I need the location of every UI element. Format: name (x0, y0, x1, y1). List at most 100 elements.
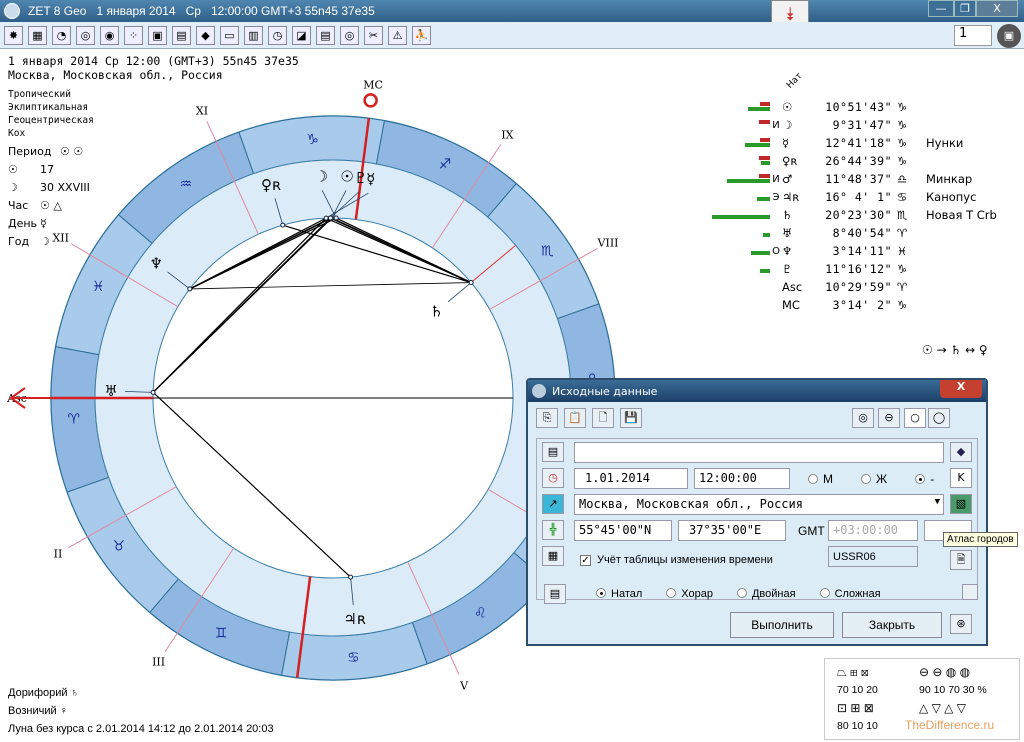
planet-row[interactable]: Э ♃ʀ 16° 4' 1" ♋ Канопус (710, 188, 997, 206)
gender-radio[interactable]: - (915, 472, 934, 486)
positive-strength-bar (711, 215, 770, 219)
ring-icon[interactable]: ◎ (852, 408, 874, 428)
gender-radio[interactable]: М (808, 472, 833, 486)
cross-values: 80 10 10 (837, 720, 878, 732)
city-atlas-icon[interactable]: ▧ (950, 494, 972, 514)
zodiac-sign-glyph: ♐ (439, 156, 452, 172)
bookmark-icon[interactable]: ◆ (950, 442, 972, 462)
fixed-star: Канопус (926, 190, 977, 204)
page-spinner[interactable]: 1 (954, 25, 992, 46)
toolbar-tool-icon[interactable]: ▦ (28, 25, 47, 45)
chart-type-radio[interactable]: Хорар (666, 588, 713, 600)
planet-position: 10°51'43" (825, 100, 892, 114)
planet-sign: ♑ (896, 298, 908, 312)
toolbar-tool-icon[interactable]: ⁘ (124, 25, 143, 45)
planet-row[interactable]: Asc 10°29'59" ♈ (710, 278, 997, 296)
toolbar-tool-icon[interactable]: ▤ (316, 25, 335, 45)
planet-sign: ♓ (896, 244, 908, 258)
chart-type-radio[interactable]: Двойная (736, 588, 796, 600)
radio-icon[interactable] (736, 588, 747, 598)
paste-icon[interactable]: 📋 (564, 408, 586, 428)
new-file-icon[interactable]: 🗋 (592, 408, 614, 428)
planet-row[interactable]: О ♆ 3°14'11" ♓ (710, 242, 997, 260)
planet-row[interactable]: ☉ 10°51'43" ♑ (710, 98, 997, 116)
close-button[interactable]: X (976, 0, 1018, 17)
dialog-close-button[interactable]: X (940, 380, 982, 398)
place-icon[interactable]: ↗ (542, 494, 564, 514)
planet-row[interactable]: ♅ 8°40'54" ♈ (710, 224, 997, 242)
planet-sign: ♎ (896, 172, 908, 186)
gmt-offset-field[interactable]: +03:00:00 (828, 520, 918, 541)
toolbar-tool-icon[interactable]: ⚠ (388, 25, 407, 45)
chevron-down-icon[interactable]: ▼ (935, 497, 940, 507)
chart-type-radio[interactable]: Сложная (819, 588, 881, 600)
minimize-button[interactable]: — (928, 0, 954, 17)
name-field[interactable] (574, 442, 944, 463)
toolbar-tool-icon[interactable]: ▥ (244, 25, 263, 45)
dst-label: Учёт таблицы изменения времени (597, 554, 773, 566)
chart-type-radio[interactable]: Натал (596, 588, 642, 600)
quality-icons: ⏢ ⊞ ⊠ (837, 665, 869, 679)
radio-icon[interactable] (666, 588, 677, 598)
notes-icon[interactable]: ▤ (544, 584, 566, 604)
date-field[interactable]: 1.01.2014 (574, 468, 688, 489)
planet-row[interactable]: И ♂ 11°48'37" ♎ Минкар (710, 170, 997, 188)
document-icon[interactable]: 🗎 (950, 550, 972, 570)
radio-icon[interactable] (861, 474, 871, 484)
planet-glyph: ♀ʀ (782, 154, 798, 168)
planet-sign: ♑ (896, 118, 908, 132)
gender-radio[interactable]: Ж (861, 472, 887, 486)
strength-bars (710, 209, 770, 221)
toolbar-tool-icon[interactable]: ◎ (76, 25, 95, 45)
toolbar-tool-icon[interactable]: ◉ (100, 25, 119, 45)
toolbar-tool-icon[interactable]: ✂ (364, 25, 383, 45)
planet-point (323, 215, 329, 221)
close-dialog-button[interactable]: Закрыть (842, 612, 942, 638)
toolbar-tool-icon[interactable]: ✸ (4, 25, 23, 45)
toolbar-tool-icon[interactable]: ▭ (220, 25, 239, 45)
planet-sign: ♑ (896, 100, 908, 114)
toolbar-tool-icon[interactable]: ◪ (292, 25, 311, 45)
wheel-icon[interactable]: ⊛ (950, 614, 972, 634)
planet-row[interactable]: ♀ʀ 26°44'39" ♑ (710, 152, 997, 170)
radio-icon[interactable] (596, 588, 606, 598)
small-square-button[interactable] (962, 584, 978, 600)
planet-row[interactable]: И ☽ 9°31'47" ♑ (710, 116, 997, 134)
toolbar-tool-icon[interactable]: ◔ (52, 25, 71, 45)
toolbar-tool-icon[interactable]: ◷ (268, 25, 287, 45)
copy-icon[interactable]: ⎘ (536, 408, 558, 428)
radio-icon[interactable] (808, 474, 818, 484)
transform-icon[interactable]: ⊖ (878, 408, 900, 428)
person-card-icon[interactable]: ▤ (542, 442, 564, 462)
toolbar-tool-icon[interactable]: ▣ (148, 25, 167, 45)
planet-row[interactable]: ☿ 12°41'18" ♑ Нунки (710, 134, 997, 152)
save-icon[interactable]: 💾 (620, 408, 642, 428)
longitude-field[interactable]: 37°35'00"E (678, 520, 786, 541)
checkbox-check-icon[interactable]: ✓ (580, 555, 591, 566)
latitude-field[interactable]: 55°45'00"N (574, 520, 672, 541)
toolbar-tool-icon[interactable]: ◎ (340, 25, 359, 45)
radio-icon[interactable] (915, 474, 926, 484)
planet-position: 9°31'47" (832, 118, 892, 132)
small-circle-icon[interactable]: ○ (904, 408, 926, 428)
circle-icon[interactable]: ◯ (928, 408, 950, 428)
planet-row[interactable]: ♄ 20°23'30" ♏ Новая T Crb (710, 206, 997, 224)
maximize-button[interactable]: ❐ (954, 0, 976, 17)
toolbar-tool-icon[interactable]: ⛹ (412, 25, 431, 45)
clock-icon[interactable]: ◷ (542, 468, 564, 488)
time-field[interactable]: 12:00:00 (694, 468, 790, 489)
k-button[interactable]: K (950, 468, 972, 488)
chart-frame-icon[interactable]: ▣ (997, 24, 1021, 48)
planet-glyph: ♄ (782, 208, 793, 222)
place-select[interactable]: Москва, Московская обл., Россия ▼ (574, 494, 944, 515)
toolbar-tool-icon[interactable]: ▤ (172, 25, 191, 45)
app-logo-icon (4, 3, 20, 19)
calendar-icon[interactable]: ▦ (542, 546, 564, 566)
planet-row[interactable]: ♇ 11°16'12" ♑ (710, 260, 997, 278)
coordinates-icon[interactable]: ╬ (542, 520, 564, 540)
dst-checkbox[interactable]: ✓ Учёт таблицы изменения времени (580, 554, 773, 566)
run-button[interactable]: Выполнить (730, 612, 834, 638)
toolbar-tool-icon[interactable]: ◆ (196, 25, 215, 45)
planet-row[interactable]: MC 3°14' 2" ♑ (710, 296, 997, 314)
radio-icon[interactable] (819, 588, 830, 598)
